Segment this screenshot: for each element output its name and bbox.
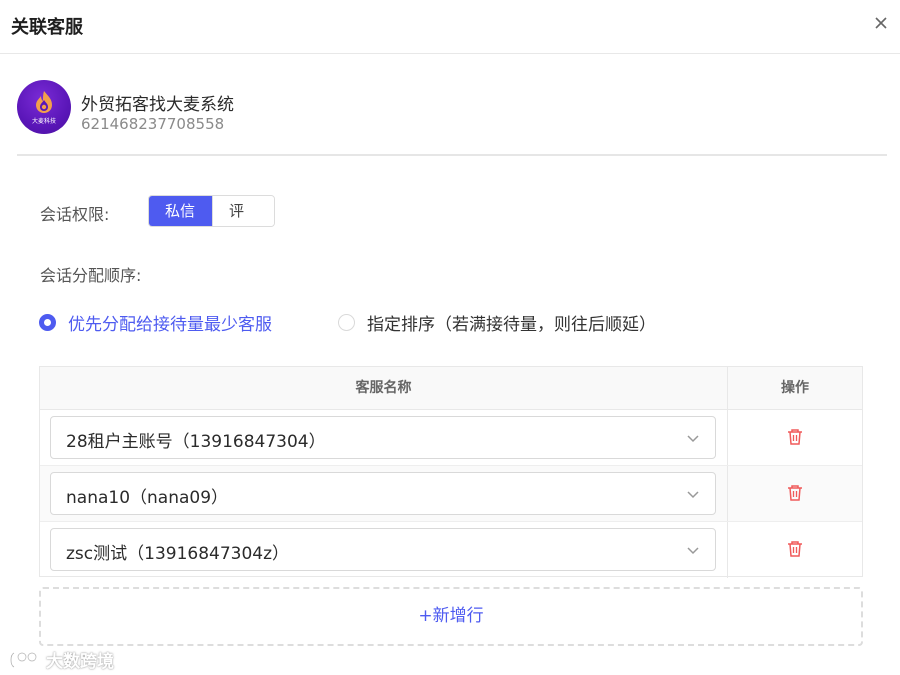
permission-option-comment[interactable]: 评论: [212, 196, 274, 226]
delete-icon[interactable]: [785, 539, 805, 559]
table-row: zsc测试（13916847304z）: [40, 522, 862, 578]
agent-select[interactable]: zsc测试（13916847304z）: [50, 528, 716, 571]
chevron-down-icon: [687, 435, 699, 443]
permission-option-private-message[interactable]: 私信: [149, 196, 212, 226]
avatar: 大麦科技: [17, 80, 71, 134]
account-name: 外贸拓客找大麦系统: [81, 95, 234, 115]
order-option-label: 指定排序（若满接待量，则往后顺延）: [367, 315, 656, 335]
dialog-header: 关联客服: [0, 0, 900, 54]
radio-checked-icon[interactable]: [39, 314, 56, 331]
account-card: 大麦科技 外贸拓客找大麦系统 621468237708558: [17, 80, 887, 156]
delete-icon[interactable]: [785, 483, 805, 503]
agent-select[interactable]: nana10（nana09）: [50, 472, 716, 515]
agent-select-value: nana10（nana09）: [66, 488, 229, 508]
agent-select[interactable]: 28租户主账号（13916847304）: [50, 416, 716, 459]
dialog-title: 关联客服: [11, 17, 83, 38]
agent-select-value: zsc测试（13916847304z）: [66, 544, 290, 564]
actions-cell: [727, 522, 862, 578]
table-row: nana10（nana09）: [40, 466, 862, 522]
table-row: 28租户主账号（13916847304）: [40, 410, 862, 466]
flame-logo-icon: [36, 91, 52, 113]
add-row-button[interactable]: +新增行: [39, 587, 863, 646]
chevron-down-icon: [687, 547, 699, 555]
agent-select-value: 28租户主账号（13916847304）: [66, 432, 326, 452]
permission-label: 会话权限:: [40, 205, 110, 224]
watermark: 大数跨境: [8, 647, 114, 672]
order-option-specified[interactable]: 指定排序（若满接待量，则往后顺延）: [338, 310, 656, 335]
order-label: 会话分配顺序:: [40, 266, 142, 285]
chevron-down-icon: [687, 491, 699, 499]
actions-cell: [727, 466, 862, 521]
column-header-actions: 操作: [727, 367, 862, 410]
avatar-caption: 大麦科技: [31, 118, 56, 125]
radio-unchecked-icon[interactable]: [338, 314, 355, 331]
permission-toggle: 私信 评论: [148, 195, 275, 227]
watermark-logo-icon: [9, 651, 38, 668]
actions-cell: [727, 410, 862, 465]
watermark-text: 大数跨境: [46, 652, 114, 672]
close-icon[interactable]: [868, 10, 894, 36]
delete-icon[interactable]: [785, 427, 805, 447]
account-id: 621468237708558: [81, 115, 225, 133]
table-header: 客服名称 操作: [40, 367, 862, 410]
order-option-label: 优先分配给接待量最少客服: [68, 315, 272, 335]
agent-table: 客服名称 操作 28租户主账号（13916847304） nana10（nana…: [39, 366, 863, 578]
column-header-agent-name: 客服名称: [355, 380, 412, 396]
order-option-least-load[interactable]: 优先分配给接待量最少客服: [39, 310, 272, 335]
